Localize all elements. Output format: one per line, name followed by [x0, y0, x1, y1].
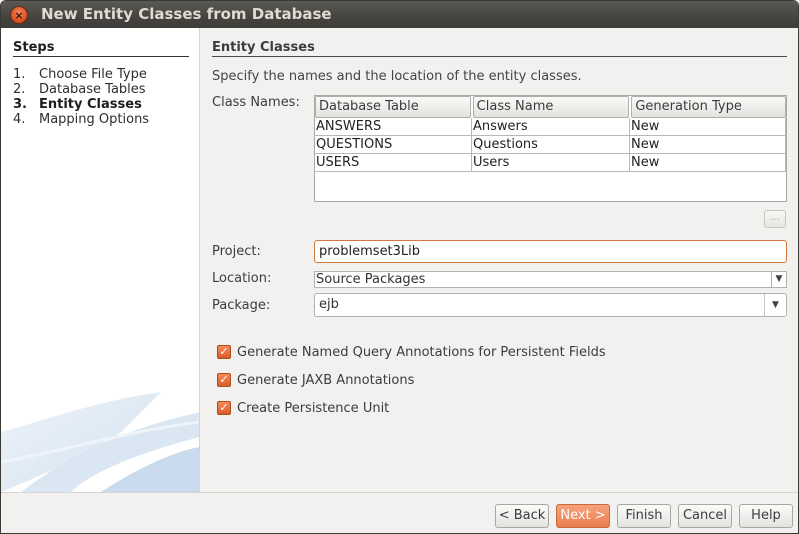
close-icon[interactable]: ×	[10, 6, 28, 24]
table-row[interactable]: QUESTIONS Questions New	[315, 136, 786, 154]
title-bar[interactable]: × New Entity Classes from Database	[1, 1, 798, 28]
cell-class-name[interactable]: Answers	[472, 118, 630, 136]
cell-generation-type[interactable]: New	[630, 154, 786, 172]
step-item: 2. Database Tables	[13, 82, 149, 97]
step-label: Mapping Options	[39, 112, 150, 127]
package-label: Package:	[212, 298, 271, 313]
section-divider	[212, 56, 787, 57]
location-select[interactable]: Source Packages ▼	[314, 271, 787, 288]
cancel-button[interactable]: Cancel	[678, 504, 732, 528]
location-label: Location:	[212, 271, 272, 286]
step-item: 1. Choose File Type	[13, 67, 149, 82]
option-persistence-unit[interactable]: ✓ Create Persistence Unit	[217, 400, 389, 416]
decorative-swoosh	[1, 392, 199, 492]
steps-list: 1. Choose File Type 2. Database Tables 3. E…	[13, 67, 149, 127]
column-header-database-table[interactable]: Database Table	[315, 96, 471, 118]
cell-generation-type[interactable]: New	[630, 136, 786, 154]
table-body: ANSWERS Answers New QUESTIONS Questions …	[315, 118, 786, 172]
table-row[interactable]: USERS Users New	[315, 154, 786, 172]
table-header: Database Table Class Name Generation Typ…	[315, 96, 786, 118]
step-number: 1.	[13, 67, 26, 82]
step-item-active: 3. Entity Classes	[13, 97, 149, 112]
step-number: 3.	[13, 97, 27, 112]
class-names-label: Class Names:	[212, 95, 300, 110]
steps-title: Steps	[13, 40, 55, 55]
package-combobox[interactable]: ejb ▼	[314, 293, 787, 317]
step-number: 4.	[13, 112, 26, 127]
checkbox-checked-icon[interactable]: ✓	[217, 373, 231, 387]
project-label: Project:	[212, 244, 261, 259]
section-title: Entity Classes	[212, 40, 315, 55]
project-field[interactable]: problemset3Lib	[314, 240, 787, 263]
package-value: ejb	[319, 297, 339, 312]
back-button[interactable]: < Back	[495, 504, 549, 528]
step-number: 2.	[13, 82, 26, 97]
checkbox-checked-icon[interactable]: ✓	[217, 401, 231, 415]
finish-button[interactable]: Finish	[617, 504, 671, 528]
column-header-class-name[interactable]: Class Name	[472, 96, 630, 118]
step-label: Database Tables	[39, 82, 146, 97]
steps-panel: Steps 1. Choose File Type 2. Database Tabl…	[1, 28, 200, 492]
location-value: Source Packages	[316, 272, 426, 287]
step-item: 4. Mapping Options	[13, 112, 149, 127]
next-button[interactable]: Next >	[556, 504, 610, 528]
cell-generation-type[interactable]: New	[630, 118, 786, 136]
cell-database-table: ANSWERS	[315, 118, 472, 136]
cell-class-name[interactable]: Questions	[472, 136, 630, 154]
cell-class-name[interactable]: Users	[472, 154, 630, 172]
option-jaxb[interactable]: ✓ Generate JAXB Annotations	[217, 372, 414, 388]
chevron-down-icon[interactable]: ▼	[771, 272, 786, 287]
help-button[interactable]: Help	[739, 504, 793, 528]
option-label[interactable]: Create Persistence Unit	[237, 401, 389, 416]
column-header-generation-type[interactable]: Generation Type	[631, 96, 786, 118]
cell-database-table: QUESTIONS	[315, 136, 472, 154]
more-options-button[interactable]: ...	[764, 210, 786, 228]
table-row[interactable]: ANSWERS Answers New	[315, 118, 786, 136]
steps-divider	[13, 56, 189, 57]
dialog-window: × New Entity Classes from Database Steps…	[0, 0, 799, 534]
step-label: Entity Classes	[39, 97, 142, 112]
step-label: Choose File Type	[39, 67, 147, 82]
option-named-query[interactable]: ✓ Generate Named Query Annotations for P…	[217, 344, 606, 360]
section-description: Specify the names and the location of th…	[212, 69, 582, 84]
cell-database-table: USERS	[315, 154, 472, 172]
checkbox-checked-icon[interactable]: ✓	[217, 345, 231, 359]
window-title: New Entity Classes from Database	[41, 5, 332, 23]
main-content: Entity Classes Specify the names and the…	[212, 28, 787, 492]
footer-divider	[1, 492, 798, 493]
option-label[interactable]: Generate Named Query Annotations for Per…	[237, 345, 606, 360]
chevron-down-icon[interactable]: ▼	[764, 294, 786, 316]
option-label[interactable]: Generate JAXB Annotations	[237, 373, 414, 388]
entity-table[interactable]: Database Table Class Name Generation Typ…	[314, 95, 787, 202]
